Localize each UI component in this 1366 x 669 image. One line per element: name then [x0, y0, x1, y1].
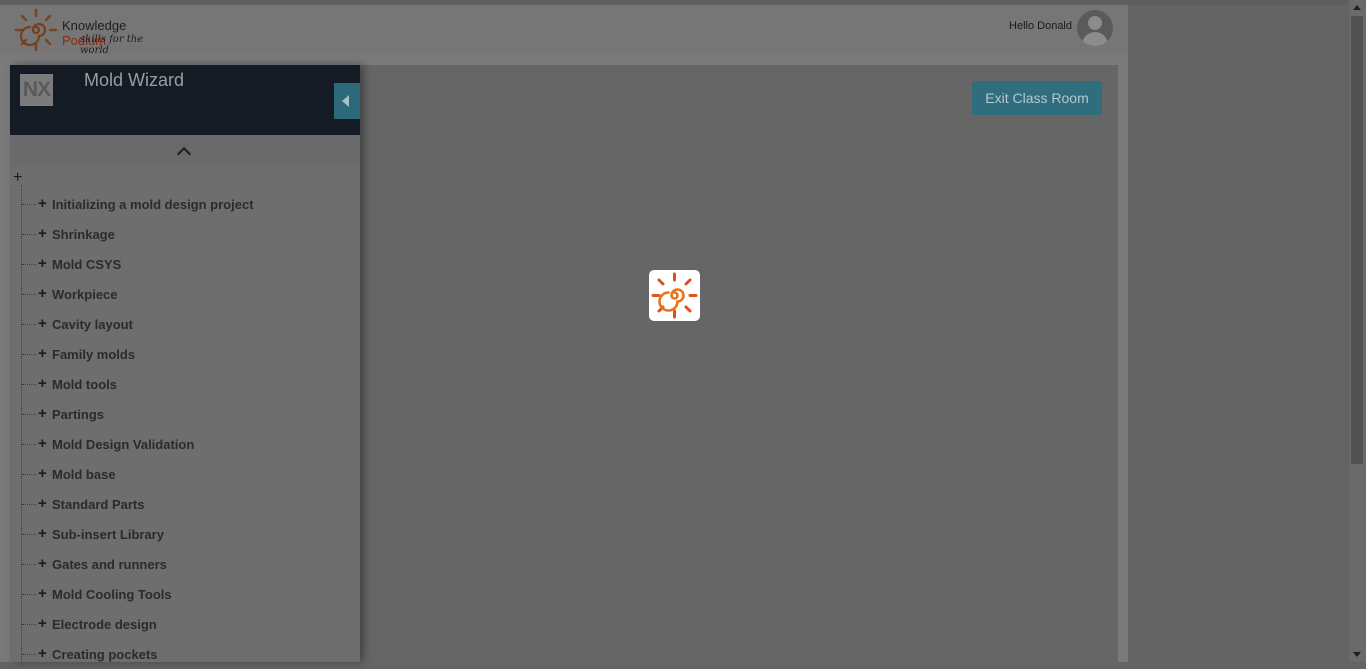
expand-plus-icon[interactable]: +	[38, 255, 47, 272]
tree-item-label: Electrode design	[52, 617, 157, 632]
brand-tagline: skills for the world	[80, 34, 144, 56]
tree-item[interactable]: + Creating pockets	[10, 639, 360, 669]
tree-item-label: Mold Design Validation	[52, 437, 195, 452]
tree-item-label: Shrinkage	[52, 227, 115, 242]
expand-plus-icon[interactable]: +	[38, 315, 47, 332]
tree-connector-line	[22, 264, 36, 265]
tree-item-label: Standard Parts	[52, 497, 145, 512]
tree-item[interactable]: + Mold Cooling Tools	[10, 579, 360, 609]
expand-plus-icon[interactable]: +	[38, 495, 47, 512]
tree-item-label: Partings	[52, 407, 105, 422]
page-scrollbar[interactable]	[1349, 0, 1366, 662]
chevron-up-icon	[176, 146, 192, 162]
tree-connector-line	[22, 234, 36, 235]
tree-item-label: Cavity layout	[52, 317, 133, 332]
expand-plus-icon[interactable]: +	[38, 555, 47, 572]
tree-item[interactable]: + Initializing a mold design project	[10, 189, 360, 219]
tree-item[interactable]: + Electrode design	[10, 609, 360, 639]
expand-plus-icon[interactable]: +	[38, 285, 47, 302]
tree-connector-line	[22, 474, 36, 475]
tree-item-label: Initializing a mold design project	[52, 197, 254, 212]
scrollbar-thumb[interactable]	[1351, 16, 1363, 464]
tree-item[interactable]: + Mold CSYS	[10, 249, 360, 279]
tree-item-label: Mold base	[52, 467, 116, 482]
tree-item[interactable]: + Family molds	[10, 339, 360, 369]
tree-item-label: Creating pockets	[52, 647, 158, 662]
expand-plus-icon[interactable]: +	[38, 465, 47, 482]
tree-item-label: Workpiece	[52, 287, 118, 302]
tree-connector-line	[22, 654, 36, 655]
tree-item[interactable]: + Sub-insert Library	[10, 519, 360, 549]
tree-item[interactable]: + Standard Parts	[10, 489, 360, 519]
caret-left-icon	[342, 95, 349, 107]
sun-loading-icon	[651, 272, 698, 319]
tree-connector-line	[22, 504, 36, 505]
tree-item[interactable]: + Mold Design Validation	[10, 429, 360, 459]
expand-plus-icon[interactable]: +	[38, 525, 47, 542]
expand-plus-icon[interactable]: +	[38, 585, 47, 602]
user-greeting: Hello Donald	[1009, 20, 1072, 32]
tree-item-label: Mold Cooling Tools	[52, 587, 172, 602]
expand-plus-icon[interactable]: +	[38, 405, 47, 422]
topic-tree: + Initializing a mold design project + Shri…	[10, 189, 360, 669]
course-sidebar: NX Mold Wizard + + Initializing a mold de…	[10, 65, 360, 665]
loading-spinner	[649, 270, 700, 321]
tree-item[interactable]: + Cavity layout	[10, 309, 360, 339]
tree-item-label: Mold CSYS	[52, 257, 122, 272]
nx-badge: NX	[20, 74, 53, 106]
tree-connector-line	[22, 564, 36, 565]
tree-item-label: Gates and runners	[52, 557, 167, 572]
tree-connector-line	[22, 414, 36, 415]
tree-item[interactable]: + Partings	[10, 399, 360, 429]
course-title: Mold Wizard	[84, 70, 185, 90]
tree-item[interactable]: + Mold tools	[10, 369, 360, 399]
tree-connector-line	[22, 624, 36, 625]
sidebar-header: NX Mold Wizard	[10, 65, 360, 135]
site-header: Knowledge Podium skills for the world He…	[0, 5, 1128, 56]
expand-plus-icon[interactable]: +	[38, 195, 47, 212]
expand-plus-icon[interactable]: +	[38, 375, 47, 392]
tree-item[interactable]: + Shrinkage	[10, 219, 360, 249]
tree-item[interactable]: + Mold base	[10, 459, 360, 489]
tree-connector-line	[22, 204, 36, 205]
tree-connector-line	[22, 534, 36, 535]
collapse-sidebar-button[interactable]	[334, 83, 360, 119]
expand-plus-icon[interactable]: +	[38, 645, 47, 662]
tree-item-label: Sub-insert Library	[52, 527, 164, 542]
sun-logo-icon	[14, 8, 58, 52]
tree-connector-line	[22, 294, 36, 295]
tree-connector-line	[22, 384, 36, 385]
site-logo[interactable]: Knowledge Podium skills for the world	[14, 7, 174, 56]
user-avatar-icon[interactable]	[1077, 10, 1113, 46]
tree-item-label: Mold tools	[52, 377, 117, 392]
tree-item[interactable]: + Workpiece	[10, 279, 360, 309]
tree-item-label: Family molds	[52, 347, 136, 362]
expand-plus-icon[interactable]: +	[38, 345, 47, 362]
tree-item[interactable]: + Gates and runners	[10, 549, 360, 579]
tree-connector-line	[22, 324, 36, 325]
tree-connector-line	[22, 354, 36, 355]
scroll-down-arrow-icon[interactable]	[1353, 652, 1361, 657]
exit-classroom-button[interactable]: Exit Class Room	[972, 81, 1102, 115]
tree-connector-line	[22, 594, 36, 595]
expand-plus-icon[interactable]: +	[38, 615, 47, 632]
expand-plus-icon[interactable]: +	[38, 225, 47, 242]
tree-connector-line	[22, 444, 36, 445]
scroll-up-button[interactable]	[10, 135, 360, 167]
expand-plus-icon[interactable]: +	[38, 435, 47, 452]
scroll-up-arrow-icon[interactable]	[1353, 5, 1361, 10]
